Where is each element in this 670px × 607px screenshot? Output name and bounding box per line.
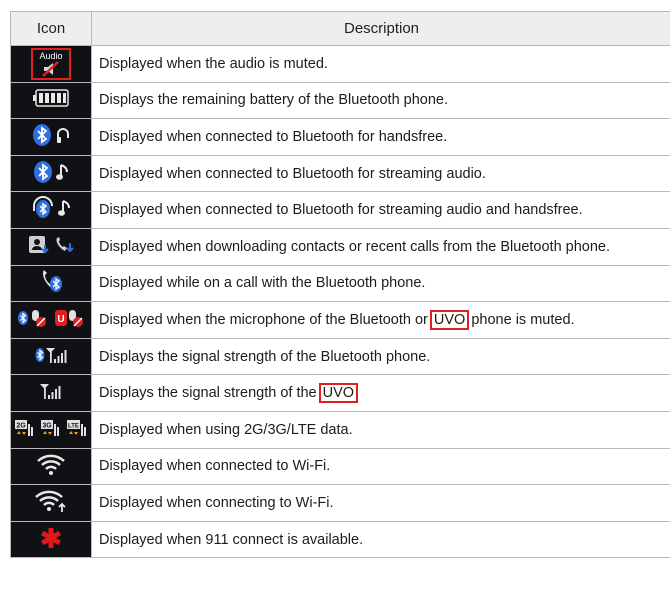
svg-text:LTE: LTE xyxy=(68,423,79,429)
emergency-911-icon xyxy=(39,526,63,550)
table-row: Displayed when connected to Bluetooth fo… xyxy=(10,191,670,229)
row-description: Displayed when connected to Bluetooth fo… xyxy=(91,118,670,156)
table-row: Displays the signal strength of the Blue… xyxy=(10,337,670,376)
icon-description-table: Icon Description Audio Displayed when th… xyxy=(10,11,670,559)
row-description: Displayed while on a call with the Bluet… xyxy=(91,264,670,303)
row-description: Displayed when the audio is muted. xyxy=(91,45,670,83)
table-row: Displays the signal strength of the UVO xyxy=(10,374,670,412)
svg-text:U: U xyxy=(57,314,64,325)
signal-strength-icon xyxy=(39,381,63,401)
table-row: Displayed while on a call with the Bluet… xyxy=(10,264,670,303)
bluetooth-streaming-icon xyxy=(33,160,70,184)
bluetooth-streaming-handsfree-icon xyxy=(31,195,72,221)
download-contacts-icon xyxy=(28,235,75,255)
audio-muted-icon: Audio xyxy=(31,48,71,81)
mic-muted-icon: U xyxy=(17,308,86,328)
wifi-icon xyxy=(36,452,66,476)
table-row: Displayed when connected to Wi-Fi. xyxy=(10,447,670,486)
wifi-connecting-icon xyxy=(34,488,68,514)
row-description: Displayed when connecting to Wi-Fi. xyxy=(91,484,670,522)
data-2g-3g-lte-icon: 2G 3G LTE xyxy=(14,418,88,438)
battery-icon xyxy=(33,89,69,108)
bluetooth-signal-icon xyxy=(35,345,67,365)
row-description: Displays the signal strength of the UVO xyxy=(91,374,670,412)
header-icon: Icon xyxy=(10,11,92,46)
table-header-row: Icon Description xyxy=(10,11,670,46)
row-description: Displayed when 911 connect is available. xyxy=(91,520,670,559)
table-row: Displayed when 911 connect is available. xyxy=(10,520,670,559)
row-description: Displayed when downloading contacts or r… xyxy=(91,227,670,266)
row-description: Displayed when connected to Bluetooth fo… xyxy=(91,154,670,193)
bluetooth-call-icon xyxy=(38,268,64,294)
row-description: Displayed when connected to Bluetooth fo… xyxy=(91,191,670,229)
svg-text:2G: 2G xyxy=(16,422,26,429)
row-description: Displayed when using 2G/3G/LTE data. xyxy=(91,410,670,449)
row-description: Displayed when connected to Wi-Fi. xyxy=(91,447,670,486)
table-row: Displays the remaining battery of the Bl… xyxy=(10,81,670,120)
table-row: Audio Displayed when the audio is muted. xyxy=(10,45,670,83)
uvo-highlight: UVO xyxy=(318,383,359,404)
table-row: Displayed when connected to Bluetooth fo… xyxy=(10,118,670,156)
bluetooth-handsfree-icon xyxy=(32,123,71,147)
row-description: Displayed when the microphone of the Blu… xyxy=(91,301,670,339)
row-description: Displays the signal strength of the Blue… xyxy=(91,337,670,376)
header-description: Description xyxy=(91,11,670,46)
table-row: Displayed when downloading contacts or r… xyxy=(10,227,670,266)
row-description: Displays the remaining battery of the Bl… xyxy=(91,81,670,120)
table-row: 2G 3G LTE Displayed when using 2G/3G/LTE… xyxy=(10,410,670,449)
table-row: Displayed when connected to Bluetooth fo… xyxy=(10,154,670,193)
table-row: Displayed when connecting to Wi-Fi. xyxy=(10,484,670,522)
uvo-highlight: UVO xyxy=(429,309,470,330)
svg-text:3G: 3G xyxy=(42,422,52,429)
table-row: U Displayed when the microphone of the B… xyxy=(10,301,670,339)
